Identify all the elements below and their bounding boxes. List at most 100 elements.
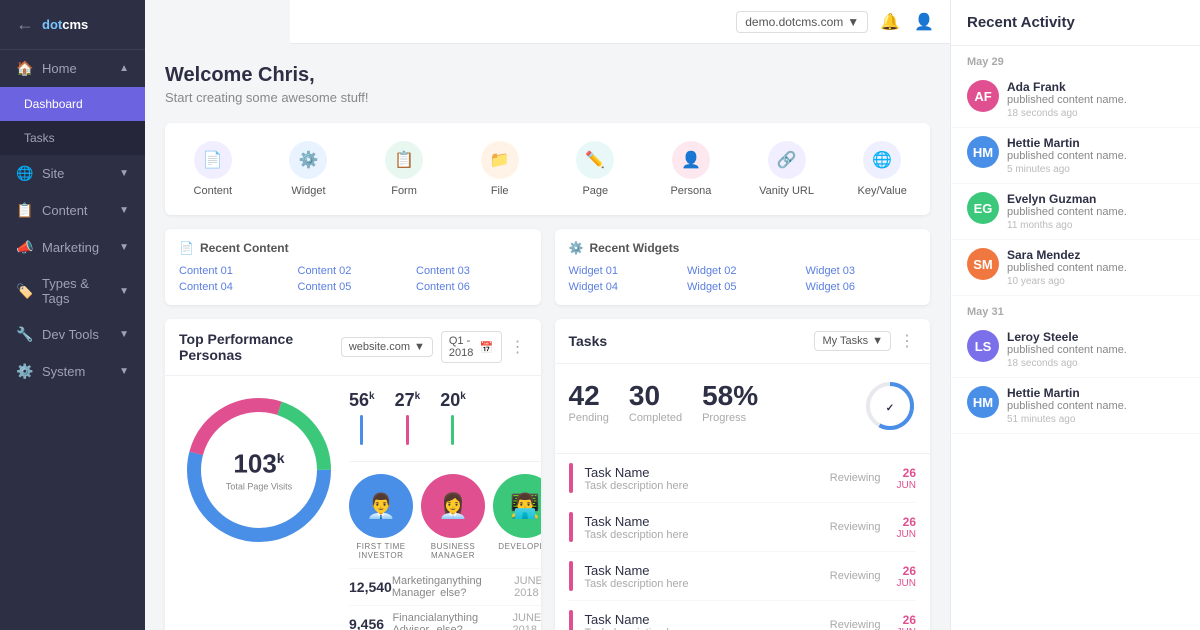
task-date-num-1: 26 [897, 466, 916, 480]
recent-content-02[interactable]: Content 02 [298, 265, 409, 277]
back-button[interactable]: ← [16, 14, 34, 35]
recent-widget-04[interactable]: Widget 04 [569, 281, 680, 293]
logo-text: dotcms [42, 17, 88, 32]
task-item-3: Task Name Task description here Reviewin… [569, 552, 917, 601]
ra-name-ada: Ada Frank [1007, 80, 1184, 94]
svg-text:✓: ✓ [886, 403, 894, 414]
task-date-num-4: 26 [897, 613, 916, 627]
qa-form-label: Form [391, 185, 417, 197]
sidebar-item-site[interactable]: 🌐 Site ▼ [0, 155, 145, 192]
sidebar-item-marketing[interactable]: 📣 Marketing ▼ [0, 229, 145, 266]
ra-time-ada: 18 seconds ago [1007, 108, 1184, 119]
task-date-2: 26 JUN [897, 515, 916, 540]
ra-content-hettie2: Hettie Martin published content name. 51… [1007, 386, 1184, 425]
main-area: demo.dotcms.com ▼ 🔔 👤 Welcome Chris, Sta… [145, 0, 1200, 630]
user-avatar-icon[interactable]: 👤 [914, 12, 934, 32]
recent-content-01[interactable]: Content 01 [179, 265, 290, 277]
stat-pending: 42 Pending [569, 380, 609, 437]
home-icon: 🏠 [16, 60, 32, 77]
recent-content-grid: Content 01 Content 02 Content 03 Content… [179, 265, 527, 293]
sidebar-item-dev-tools[interactable]: 🔧 Dev Tools ▼ [0, 316, 145, 353]
personas-panel-controls: website.com ▼ Q1 - 2018 📅 ⋮ [341, 331, 527, 363]
qa-persona-label: Persona [670, 185, 711, 197]
task-date-num-3: 26 [897, 564, 916, 578]
qa-key-value[interactable]: 🌐 Key/Value [834, 133, 930, 205]
tasks-more-menu[interactable]: ⋮ [899, 331, 916, 351]
ra-time-hettie1: 5 minutes ago [1007, 164, 1184, 175]
ra-action-hettie1: published content name. [1007, 150, 1184, 162]
personas-website-filter[interactable]: website.com ▼ [341, 337, 433, 357]
sidebar-item-system[interactable]: ⚙️ System ▼ [0, 353, 145, 390]
sidebar-devtools-label: Dev Tools [42, 327, 99, 342]
recent-widget-02[interactable]: Widget 02 [687, 265, 798, 277]
sidebar-item-tasks[interactable]: Tasks [0, 121, 145, 155]
recent-widget-03[interactable]: Widget 03 [806, 265, 917, 277]
recent-widget-05[interactable]: Widget 05 [687, 281, 798, 293]
ra-section-may29: May 29 [951, 46, 1200, 72]
sidebar-item-home[interactable]: 🏠 Home ▲ [0, 50, 145, 87]
sidebar-tasks-label: Tasks [24, 131, 55, 145]
sidebar-marketing-label: Marketing [42, 240, 99, 255]
persona-bar-2: 27k [395, 390, 421, 449]
recent-widget-06[interactable]: Widget 06 [806, 281, 917, 293]
recent-content-card: 📄 Recent Content Content 01 Content 02 C… [165, 229, 541, 305]
sidebar-sub-menu: Dashboard Tasks [0, 87, 145, 155]
donut-total: 103k [226, 449, 292, 480]
task-name-4: Task Name [585, 612, 830, 627]
task-list: Task Name Task description here Reviewin… [555, 454, 931, 630]
personas-more-menu[interactable]: ⋮ [510, 337, 527, 357]
logo-area[interactable]: ← dotcms [0, 0, 145, 50]
sidebar-item-dashboard[interactable]: Dashboard [0, 87, 145, 121]
notifications-icon[interactable]: 🔔 [880, 12, 900, 32]
qa-vanity-label: Vanity URL [759, 185, 814, 197]
recent-content-icon: 📄 [179, 241, 194, 255]
welcome-subtitle: Start creating some awesome stuff! [165, 90, 930, 105]
qa-persona[interactable]: 👤 Persona [643, 133, 739, 205]
task-date-num-2: 26 [897, 515, 916, 529]
domain-selector[interactable]: demo.dotcms.com ▼ [736, 11, 868, 33]
types-arrow: ▼ [119, 286, 129, 297]
qa-content[interactable]: 📄 Content [165, 133, 261, 205]
stat-progress-num: 58% [702, 380, 758, 412]
task-desc-3: Task description here [585, 578, 830, 590]
tasks-filter[interactable]: My Tasks ▼ [814, 331, 891, 351]
filter-arrow: ▼ [414, 341, 425, 353]
qa-form[interactable]: 📋 Form [356, 133, 452, 205]
recent-content-04[interactable]: Content 04 [179, 281, 290, 293]
recent-widgets-title: ⚙️ Recent Widgets [569, 241, 917, 255]
qa-file[interactable]: 📁 File [452, 133, 548, 205]
sidebar-item-types-tags[interactable]: 🏷️ Types & Tags ▼ [0, 266, 145, 316]
qa-vanity-url[interactable]: 🔗 Vanity URL [739, 133, 835, 205]
persona-num-2: 9,456 [349, 616, 392, 630]
ra-item-ada: AF Ada Frank published content name. 18 … [951, 72, 1200, 128]
qa-widget[interactable]: ⚙️ Widget [261, 133, 357, 205]
bar-val-3: 20k [440, 390, 466, 411]
ra-avatar-sara: SM [967, 248, 999, 280]
recent-widget-01[interactable]: Widget 01 [569, 265, 680, 277]
task-date-month-2: JUN [897, 529, 916, 540]
marketing-icon: 📣 [16, 239, 32, 256]
qa-page-label: Page [582, 185, 608, 197]
task-dot-2 [569, 512, 573, 542]
stat-pending-num: 42 [569, 380, 609, 412]
qa-keyvalue-label: Key/Value [858, 185, 907, 197]
qa-page[interactable]: ✏️ Page [548, 133, 644, 205]
stat-progress-label: Progress [702, 412, 758, 424]
recent-content-03[interactable]: Content 03 [416, 265, 527, 277]
recent-content-05[interactable]: Content 05 [298, 281, 409, 293]
form-qa-icon: 📋 [385, 141, 423, 179]
personas-date-filter[interactable]: Q1 - 2018 📅 [441, 331, 502, 363]
qa-file-label: File [491, 185, 509, 197]
donut-chart: 103k Total Page Visits [179, 390, 339, 550]
tasks-filter-arrow: ▼ [872, 335, 883, 347]
tasks-panel-header: Tasks My Tasks ▼ ⋮ [555, 319, 931, 364]
avatar-manager-label: BUSINESS MANAGER [421, 542, 485, 560]
persona-date-1: JUNE 2018 [514, 575, 540, 599]
persona-avatars: 👨‍💼 FIRST TIME INVESTOR 👩‍💼 BUSINESS MAN… [349, 474, 541, 560]
recent-activity-title: Recent Activity [951, 0, 1200, 46]
personas-panel-title: Top Performance Personas [179, 331, 341, 363]
content-qa-icon: 📄 [194, 141, 232, 179]
recent-content-06[interactable]: Content 06 [416, 281, 527, 293]
sidebar-item-content[interactable]: 📋 Content ▼ [0, 192, 145, 229]
avatar-developer-label: DEVELOPER [493, 542, 541, 551]
